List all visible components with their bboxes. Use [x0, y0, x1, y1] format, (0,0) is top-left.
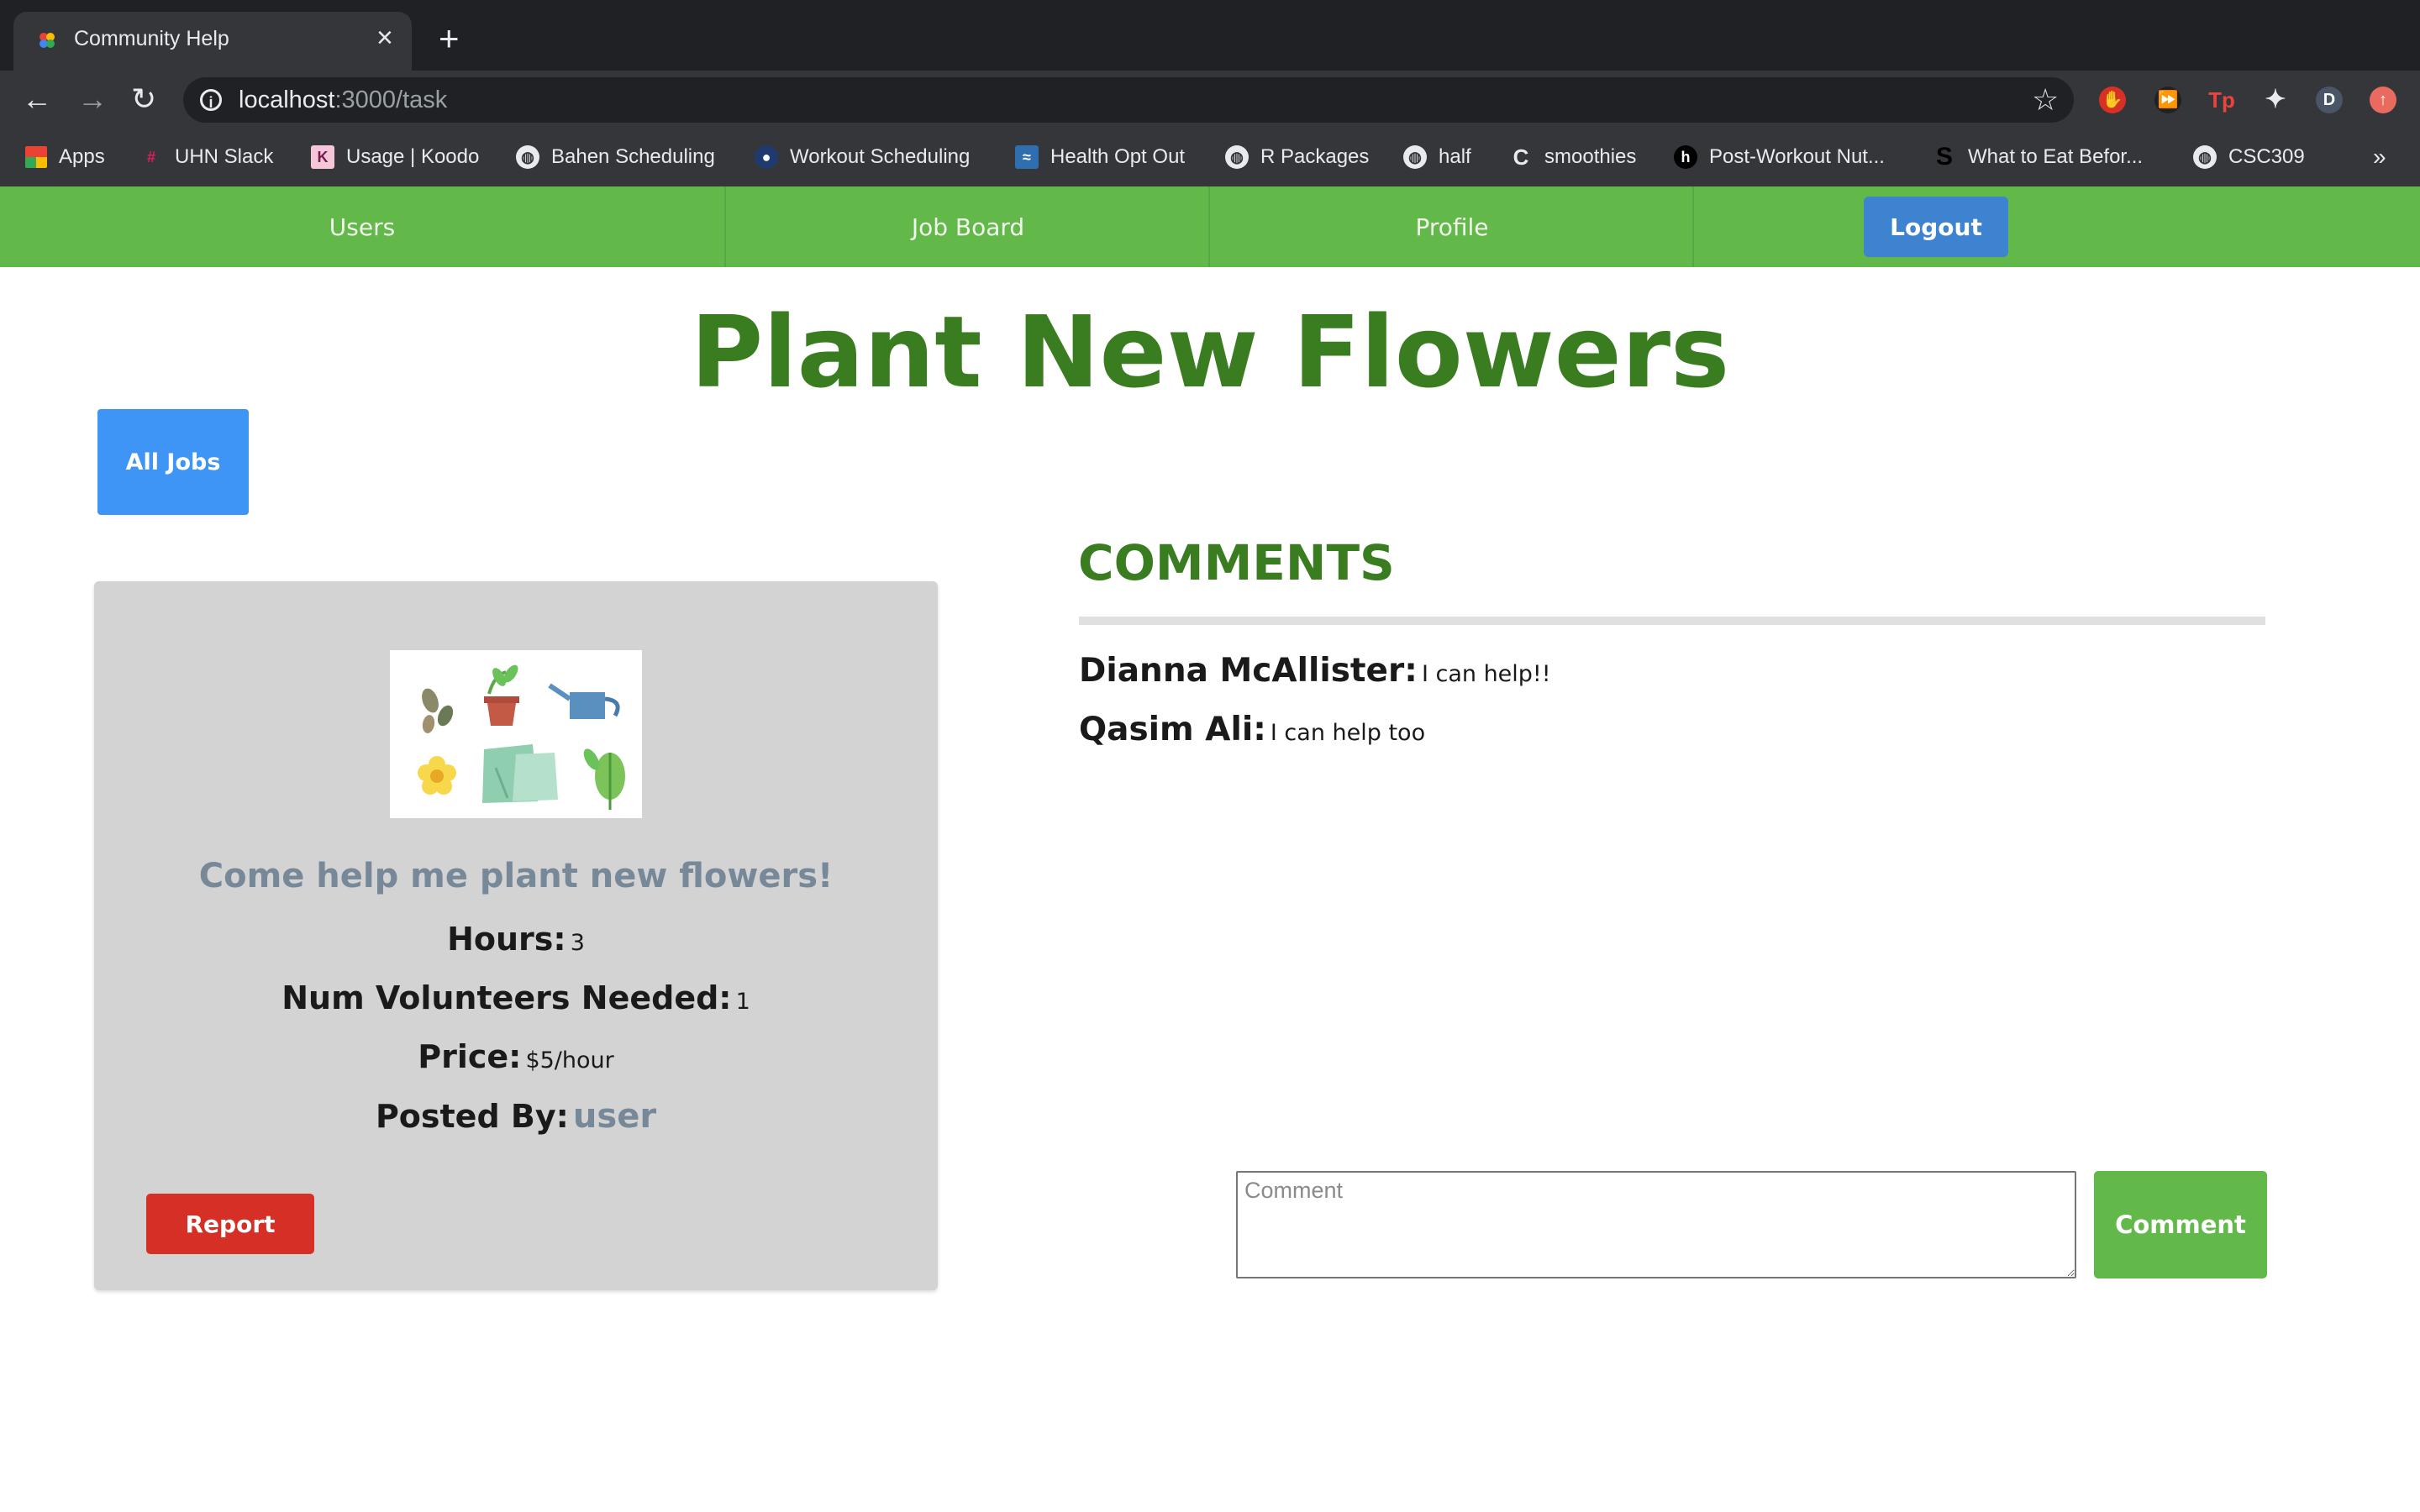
extensions-puzzle-icon[interactable]: ✦ [2262, 87, 2289, 113]
price-label: Price: [418, 1038, 522, 1075]
c-icon: C [1512, 144, 1529, 170]
comments-divider [1079, 617, 2265, 625]
comment-author: Qasim Ali: [1079, 711, 1266, 748]
extension-adblock-icon[interactable]: ✋ [2099, 87, 2126, 113]
extension-forward-icon[interactable]: ⏩ [2154, 87, 2181, 113]
comment-author: Dianna McAllister: [1079, 652, 1418, 690]
bookmark-csc309[interactable]: ◍ CSC309 [2193, 128, 2305, 186]
globe-icon: ◍ [1403, 145, 1427, 169]
koodo-icon: K [311, 145, 334, 169]
bookmark-health[interactable]: ≈ Health Opt Out [1015, 128, 1185, 186]
bookmark-label: CSC309 [2228, 145, 2305, 168]
volunteers-label: Num Volunteers Needed: [281, 979, 732, 1016]
posted-by-field: Posted By: user [94, 1097, 938, 1136]
hours-field: Hours: 3 [94, 921, 938, 958]
bookmark-uhn-slack[interactable]: # UHN Slack [139, 128, 273, 186]
forward-icon[interactable]: → [77, 84, 108, 114]
bookmark-apps[interactable]: Apps [25, 128, 105, 186]
report-button[interactable]: Report [146, 1194, 314, 1254]
nav-profile[interactable]: Profile [1210, 186, 1694, 267]
bookmark-bahen[interactable]: ◍ Bahen Scheduling [516, 128, 715, 186]
workout-icon: ● [755, 145, 778, 169]
back-icon[interactable]: ← [22, 84, 52, 114]
bookmark-label: Post-Workout Nut... [1709, 145, 1885, 168]
comment-submit-button[interactable]: Comment [2094, 1171, 2267, 1278]
bookmark-what-to-eat[interactable]: S What to Eat Befor... [1933, 128, 2143, 186]
gardening-illustration [390, 650, 642, 818]
hours-value: 3 [570, 930, 585, 956]
price-value: $5/hour [525, 1047, 614, 1074]
bookmark-post-workout[interactable]: h Post-Workout Nut... [1674, 128, 1885, 186]
profile-avatar[interactable]: D [2316, 87, 2343, 113]
bookmarks-overflow-icon[interactable]: » [2373, 128, 2386, 186]
bookmark-label: Bahen Scheduling [551, 145, 715, 168]
comment-input[interactable] [1236, 1171, 2076, 1278]
bookmark-label: Health Opt Out [1050, 145, 1186, 168]
posted-by-user-link[interactable]: user [573, 1097, 656, 1136]
tab-title: Community Help [74, 27, 229, 50]
favicon-icon [39, 33, 55, 48]
bookmark-koodo[interactable]: K Usage | Koodo [311, 128, 479, 186]
new-tab-icon[interactable]: + [439, 21, 460, 56]
health-icon: ≈ [1015, 145, 1039, 169]
all-jobs-button[interactable]: All Jobs [97, 409, 249, 515]
logout-button[interactable]: Logout [1864, 197, 2008, 257]
bookmark-label: Usage | Koodo [346, 145, 480, 168]
nav-divider [1692, 186, 1694, 267]
nav-job-board[interactable]: Job Board [726, 186, 1210, 267]
update-icon[interactable]: ↑ [2370, 87, 2396, 113]
page-title: Plant New Flowers [690, 294, 1730, 410]
h-icon: h [1674, 145, 1697, 169]
bookmark-star-icon[interactable]: ☆ [2032, 82, 2059, 118]
reload-icon[interactable]: ↻ [131, 84, 156, 114]
extension-tp-icon[interactable]: Tp [2208, 87, 2235, 113]
globe-icon: ◍ [2193, 145, 2217, 169]
bookmark-label: R Packages [1260, 145, 1370, 168]
bookmark-workout[interactable]: ● Workout Scheduling [755, 128, 970, 186]
close-tab-icon[interactable]: × [376, 24, 393, 52]
bookmark-label: Workout Scheduling [790, 145, 971, 168]
info-icon[interactable]: i [200, 89, 222, 111]
globe-icon: ◍ [1225, 145, 1249, 169]
price-field: Price: $5/hour [94, 1038, 938, 1075]
bookmark-label: What to Eat Befor... [1968, 145, 2144, 168]
bookmark-label: Apps [59, 145, 105, 168]
bookmark-r-packages[interactable]: ◍ R Packages [1225, 128, 1369, 186]
posted-by-label: Posted By: [375, 1098, 569, 1135]
volunteers-field: Num Volunteers Needed: 1 [94, 979, 938, 1016]
comment-item: Dianna McAllister: I can help!! [1079, 652, 1551, 690]
comment-text: I can help!! [1421, 661, 1551, 687]
job-description: Come help me plant new flowers! [198, 857, 834, 895]
bookmark-label: smoothies [1544, 145, 1637, 168]
volunteers-value: 1 [735, 989, 750, 1015]
bookmark-label: UHN Slack [175, 145, 274, 168]
comment-text: I can help too [1270, 720, 1426, 746]
url-text[interactable]: localhost:3000/task [239, 87, 447, 114]
comment-item: Qasim Ali: I can help too [1079, 711, 1425, 748]
globe-icon: ◍ [516, 145, 539, 169]
s-icon: S [1935, 143, 1953, 171]
slack-icon: # [146, 148, 155, 165]
bookmark-half[interactable]: ◍ half [1403, 128, 1471, 186]
hours-label: Hours: [447, 921, 566, 958]
bookmark-smoothies[interactable]: C smoothies [1509, 128, 1637, 186]
nav-users[interactable]: Users [0, 186, 724, 267]
address-bar[interactable] [183, 77, 2074, 123]
apps-grid-icon [25, 146, 47, 168]
comments-heading: COMMENTS [1078, 534, 1395, 591]
bookmark-label: half [1439, 145, 1471, 168]
